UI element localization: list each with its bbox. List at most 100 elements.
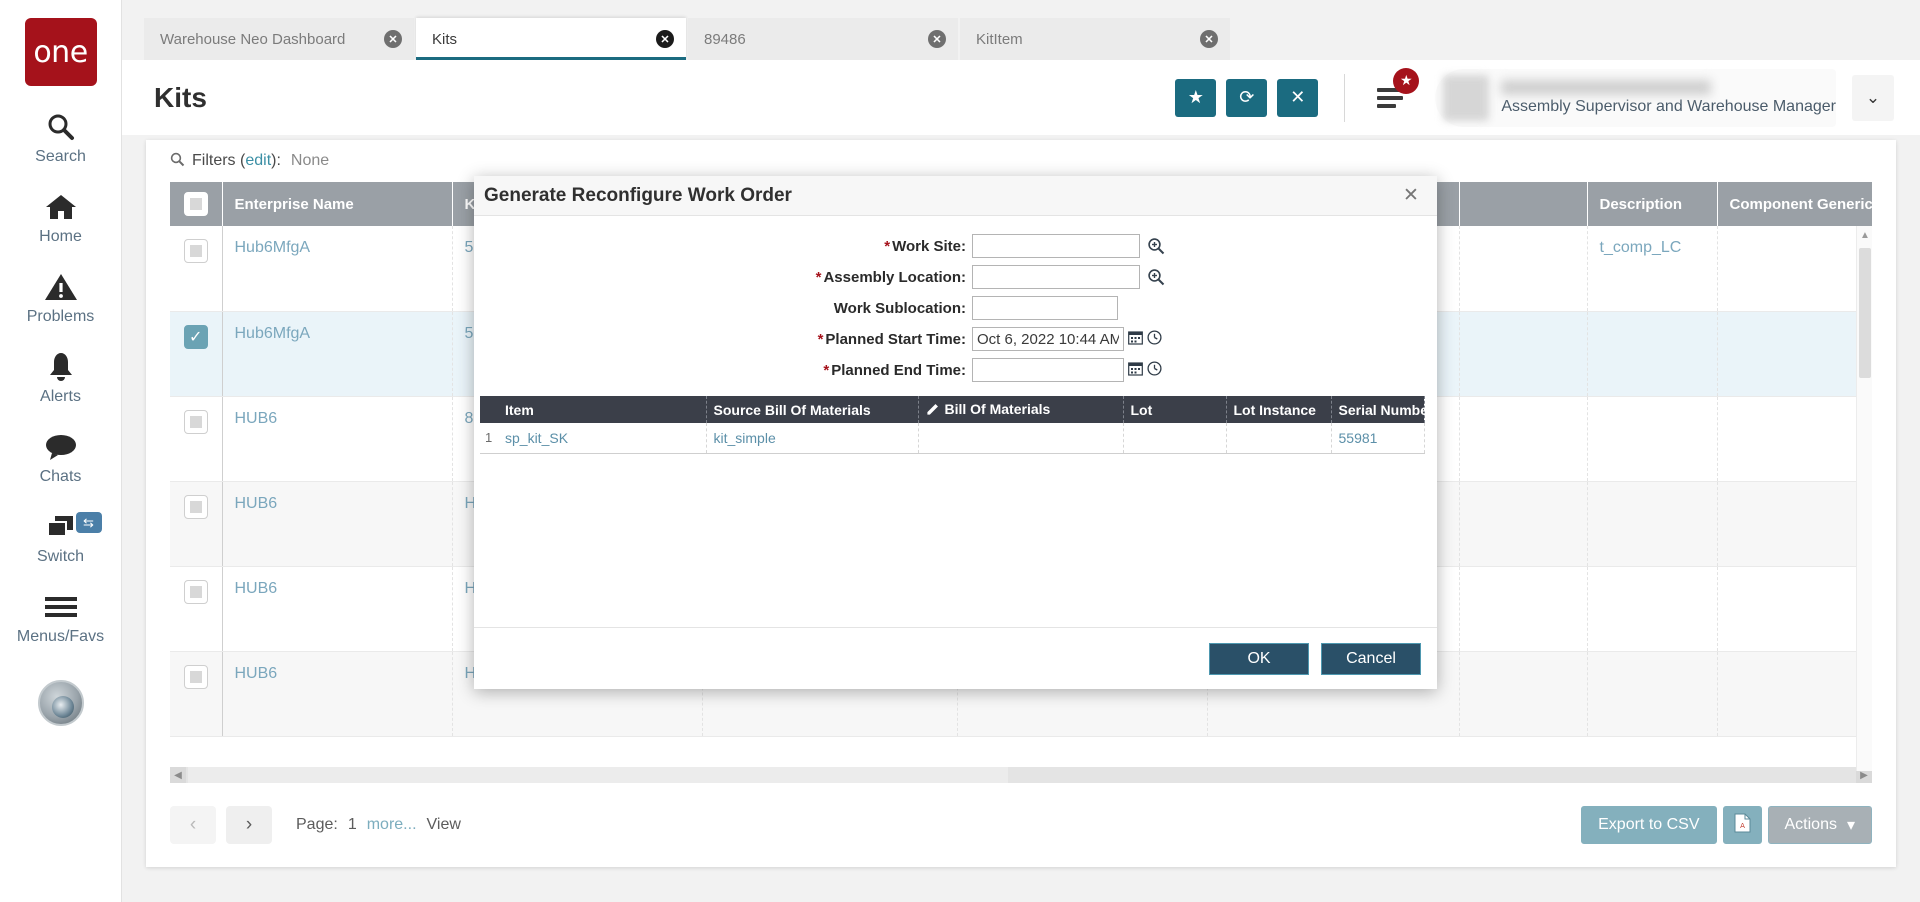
tab-close-icon[interactable]: ✕ — [928, 30, 946, 48]
sidebar-item-problems[interactable]: Problems — [0, 268, 122, 326]
items-col-lot[interactable]: Lot — [1123, 396, 1227, 423]
assembly-location-search-plus-icon[interactable] — [1147, 268, 1165, 286]
row-checkbox[interactable] — [183, 664, 208, 689]
scrollbar-thumb[interactable] — [188, 767, 1008, 783]
cell-bill-of-materials[interactable] — [918, 423, 1124, 454]
refresh-button[interactable]: ⟳ — [1226, 78, 1268, 117]
cell-lot-instance[interactable] — [1226, 423, 1332, 454]
brand-logo[interactable]: one — [24, 18, 97, 86]
work-sublocation-input[interactable] — [972, 296, 1118, 320]
sidebar-item-alerts[interactable]: Alerts — [0, 348, 122, 406]
switch-icon — [44, 508, 78, 546]
row-select-cell[interactable] — [170, 226, 223, 312]
tab-kits[interactable]: Kits ✕ — [416, 18, 686, 60]
cancel-button[interactable]: Cancel — [1321, 642, 1421, 675]
user-chip[interactable]: Assembly Supervisor and Warehouse Manage… — [1435, 68, 1836, 127]
sidebar-item-label: Switch — [36, 548, 85, 565]
user-menu-chevron-down-icon[interactable]: ⌄ — [1852, 74, 1894, 121]
filters-edit-link[interactable]: edit — [245, 152, 271, 170]
planned-end-clock-icon[interactable] — [1147, 361, 1162, 379]
avatar — [1443, 74, 1490, 121]
cell-description: t_comp_LC — [1587, 226, 1718, 312]
cell-description — [1587, 566, 1718, 652]
grid-col-6[interactable] — [1459, 182, 1588, 226]
work-site-search-plus-icon[interactable] — [1147, 237, 1165, 255]
more-pages-link[interactable]: more... — [367, 816, 417, 834]
row-select-cell[interactable] — [170, 651, 223, 737]
row-checkbox[interactable] — [183, 239, 208, 263]
row-checkbox[interactable] — [183, 494, 208, 519]
row-checkbox[interactable]: ✓ — [183, 324, 208, 349]
cell-component-generic — [1717, 566, 1872, 652]
tab-close-icon[interactable]: ✕ — [656, 30, 674, 48]
sidebar-item-search[interactable]: Search — [0, 108, 122, 166]
table-row[interactable]: 1 sp_kit_SK kit_simple 55981 — [480, 423, 1425, 454]
cell-item[interactable]: sp_kit_SK — [498, 423, 707, 454]
grid-horizontal-scrollbar[interactable]: ◀ ▶ — [170, 767, 1872, 783]
user-text: Assembly Supervisor and Warehouse Manage… — [1501, 79, 1836, 116]
row-select-cell[interactable] — [170, 396, 223, 482]
export-to-csv-button[interactable]: Export to CSV — [1581, 806, 1717, 844]
favorite-button[interactable]: ★ — [1175, 78, 1217, 117]
grid-select-all-header[interactable] — [170, 182, 223, 226]
row-select-cell[interactable] — [170, 481, 223, 567]
ok-button[interactable]: OK — [1209, 642, 1309, 675]
export-to-pdf-button[interactable]: A — [1722, 806, 1762, 844]
cell-6 — [1459, 226, 1588, 312]
planned-start-calendar-icon[interactable] — [1128, 330, 1143, 348]
page-title: Kits — [154, 81, 207, 113]
row-checkbox[interactable] — [183, 409, 208, 434]
planned-end-calendar-icon[interactable] — [1128, 361, 1143, 379]
work-sublocation-label: Work Sublocation: — [474, 300, 972, 317]
row-select-cell[interactable]: ✓ — [170, 311, 223, 397]
scrollbar-thumb[interactable] — [1859, 248, 1871, 378]
cell-6 — [1459, 651, 1588, 737]
planned-end-time-input[interactable] — [972, 358, 1124, 382]
grid-vertical-scrollbar[interactable]: ▲ — [1856, 226, 1872, 771]
previous-page-button[interactable]: ‹ — [170, 806, 216, 844]
sidebar-item-chats[interactable]: Chats — [0, 428, 122, 486]
grid-col-component-generic[interactable]: Component Generic — [1717, 182, 1872, 226]
items-col-bill-of-materials[interactable]: Bill Of Materials — [918, 396, 1124, 423]
planned-start-clock-icon[interactable] — [1147, 330, 1162, 348]
grid-col-description[interactable]: Description — [1587, 182, 1718, 226]
switch-toggle-badge-icon[interactable]: ⇆ — [75, 512, 102, 533]
cell-6 — [1459, 566, 1588, 652]
scroll-left-icon[interactable]: ◀ — [170, 767, 186, 783]
tab-warehouse-neo-dashboard[interactable]: Warehouse Neo Dashboard ✕ — [144, 18, 414, 60]
cell-source-bill-of-materials[interactable]: kit_simple — [706, 423, 919, 454]
close-page-button[interactable]: ✕ — [1277, 78, 1319, 117]
cell-lot[interactable] — [1123, 423, 1227, 454]
tab-kititem[interactable]: KitItem ✕ — [960, 18, 1230, 60]
dialog-close-icon[interactable]: ✕ — [1397, 182, 1425, 210]
filters-paren-open: ( — [235, 152, 246, 169]
items-col-serial-number[interactable]: Serial Number — [1331, 396, 1433, 423]
cell-component-generic — [1717, 311, 1872, 397]
select-all-checkbox[interactable] — [183, 192, 208, 216]
cell-enterprise-name: Hub6MfgA — [222, 226, 453, 312]
actions-dropdown-button[interactable]: Actions ▾ — [1767, 806, 1872, 844]
next-page-button[interactable]: › — [226, 806, 272, 844]
avatar[interactable] — [37, 680, 84, 726]
assembly-location-input[interactable] — [972, 265, 1140, 289]
sidebar-item-home[interactable]: Home — [0, 188, 122, 246]
dialog-header: Generate Reconfigure Work Order ✕ — [474, 176, 1437, 216]
scroll-up-icon[interactable]: ▲ — [1860, 230, 1870, 241]
sidebar-item-switch[interactable]: ⇆ Switch — [0, 508, 122, 566]
row-checkbox[interactable] — [183, 579, 208, 604]
work-site-input[interactable] — [972, 234, 1140, 258]
tab-close-icon[interactable]: ✕ — [1200, 30, 1218, 48]
row-select-cell[interactable] — [170, 566, 223, 652]
tab-close-icon[interactable]: ✕ — [384, 30, 402, 48]
cell-serial-number[interactable]: 55981 — [1331, 423, 1425, 454]
sidebar-item-menus-favs[interactable]: Menus/Favs — [0, 588, 122, 646]
items-col-item[interactable]: Item — [498, 396, 707, 423]
tab-89486[interactable]: 89486 ✕ — [688, 18, 958, 60]
items-col-lot-instance[interactable]: Lot Instance — [1226, 396, 1332, 423]
items-col-source-bill-of-materials[interactable]: Source Bill Of Materials — [706, 396, 919, 423]
planned-start-time-input[interactable] — [972, 327, 1124, 351]
favorites-menu-button[interactable]: ★ — [1367, 67, 1420, 120]
grid-col-enterprise-name[interactable]: Enterprise Name — [222, 182, 453, 226]
cell-6 — [1459, 396, 1588, 482]
edit-icon[interactable] — [926, 402, 940, 419]
